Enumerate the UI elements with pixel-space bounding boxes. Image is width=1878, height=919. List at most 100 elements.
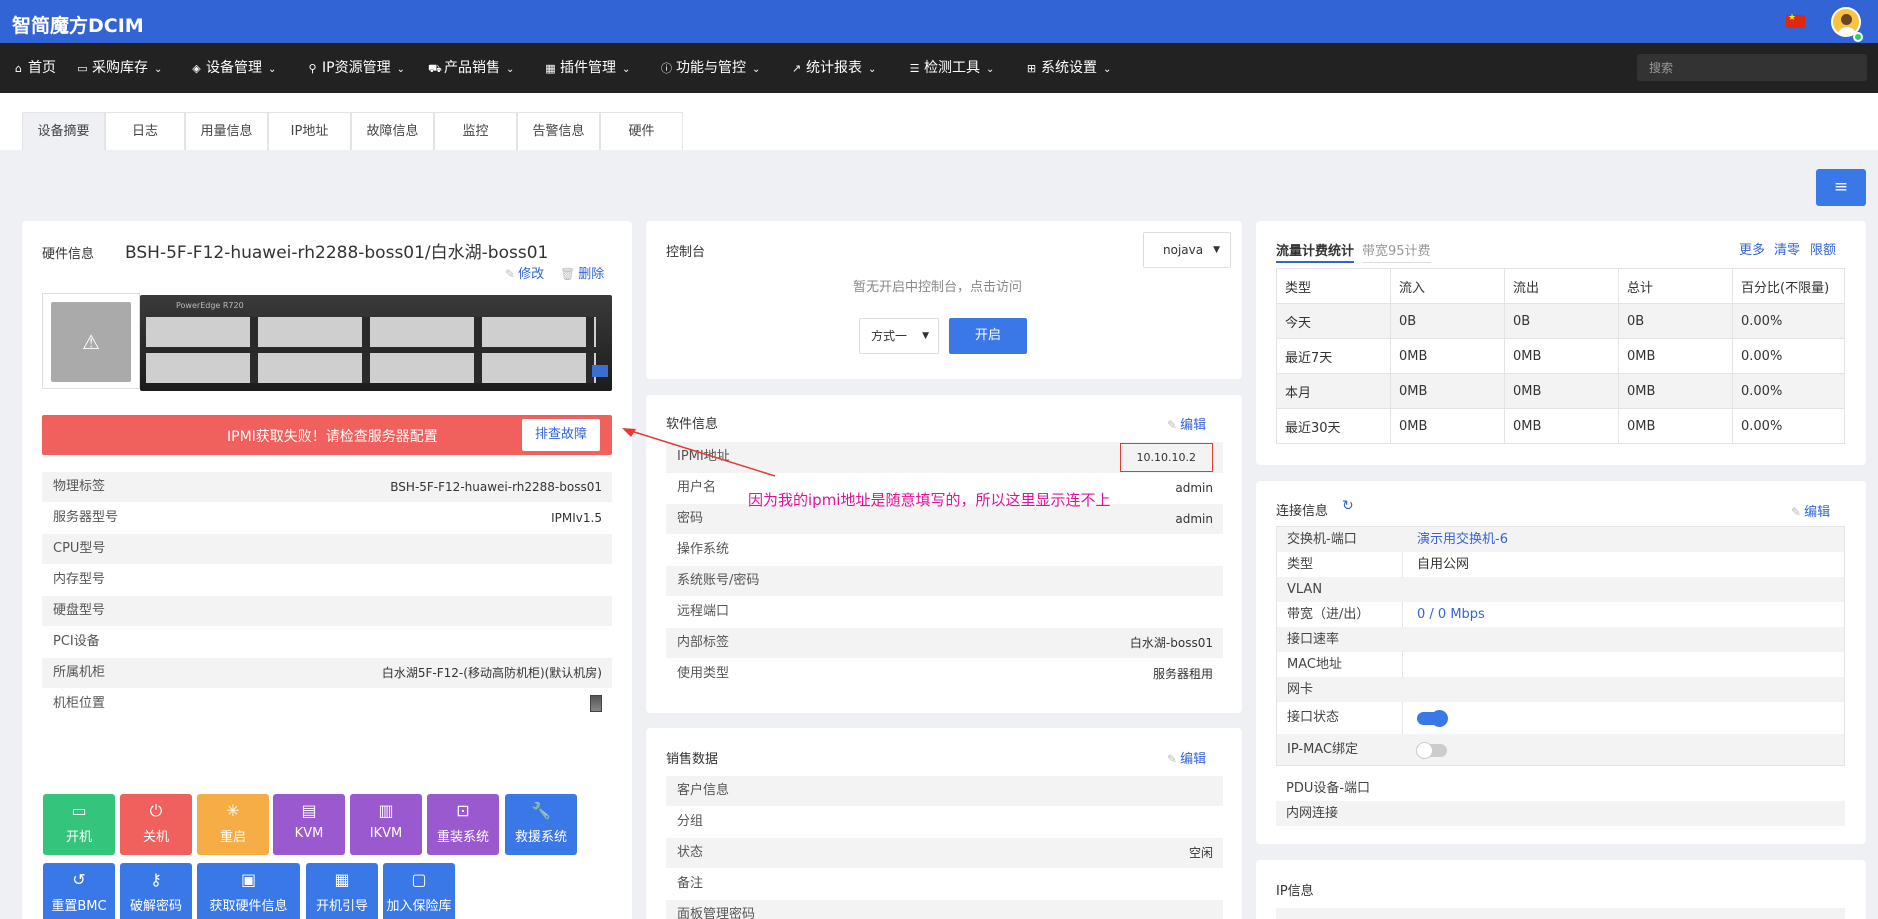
interface-status-toggle[interactable] (1417, 710, 1448, 727)
info-row: 远程端口 (666, 597, 1223, 627)
more-link[interactable]: 更多 (1739, 239, 1765, 258)
edit-icon: ✎ (505, 267, 516, 281)
tab-monitor[interactable]: 监控 (434, 112, 517, 150)
tab-summary[interactable]: 设备摘要 (22, 112, 105, 150)
boot-guide-button[interactable]: ▦ 开机引导 (306, 863, 378, 919)
nav-item-purchase[interactable]: ▭ 采购库存 ⌄ (76, 43, 162, 93)
edit-label: 编辑 (1804, 505, 1831, 520)
tab-alerts[interactable]: 告警信息 (517, 112, 600, 150)
row-key: 客户信息 (677, 783, 730, 798)
cube-icon: ◈ (192, 62, 201, 75)
power-off-button[interactable]: ⏻ 关机 (120, 794, 192, 855)
document-icon: ▣ (240, 870, 257, 889)
search-input[interactable] (1637, 54, 1867, 81)
brand-logo[interactable]: 智简魔方DCIM (12, 11, 144, 38)
nav-item-tools[interactable]: ☰ 检测工具 ⌄ (908, 43, 995, 93)
nav-label: 系统设置 (1041, 60, 1097, 76)
nav-item-control[interactable]: ⓘ 功能与管控 ⌄ (660, 43, 760, 93)
action-label: 重装系统 (436, 830, 489, 845)
china-flag-icon[interactable] (1786, 13, 1805, 28)
reboot-button[interactable]: ✳ 重启 (197, 794, 269, 855)
refresh-icon[interactable]: ↻ (1342, 498, 1354, 514)
nav-item-reports[interactable]: ↗ 统计报表 ⌄ (790, 43, 877, 93)
nav-item-home[interactable]: ⌂ 首页 (12, 43, 56, 93)
list-icon: ☰ (909, 62, 920, 75)
undo-icon: ↺ (72, 870, 86, 889)
monitor-icon: ▭ (71, 801, 87, 820)
cabinet-link[interactable]: 白水湖5F-F12-(移动高防机柜)(默认机房) (382, 658, 602, 688)
delete-button[interactable]: 🗑 删除 (560, 263, 604, 282)
info-row: 服务器型号 IPMIv1.5 (42, 503, 612, 533)
server-badge: PowerEdge R720 (176, 301, 244, 310)
tab-fault[interactable]: 故障信息 (351, 112, 434, 150)
bandwidth-value[interactable]: 0 / 0 Mbps (1417, 602, 1485, 627)
row-value: 自用公网 (1417, 557, 1470, 572)
rack-position-icon[interactable] (590, 695, 602, 712)
nav-item-sales[interactable]: ⛟ 产品销售 ⌄ (428, 43, 514, 93)
row-value: IPMIv1.5 (551, 511, 602, 525)
crack-password-button[interactable]: ⚷ 破解密码 (120, 863, 192, 919)
get-hardware-info-button[interactable]: ▣ 获取硬件信息 (197, 863, 300, 919)
row-key: PDU设备-端口 (1286, 781, 1371, 796)
map-marker-icon: ⚲ (308, 62, 317, 75)
troubleshoot-button[interactable]: 排查故障 (522, 419, 600, 451)
ikvm-button[interactable]: ▥ IKVM (350, 794, 422, 855)
tab-ip[interactable]: IP地址 (268, 112, 351, 150)
header-cell: 类型 (1276, 268, 1391, 304)
row-key: 接口状态 (1287, 710, 1340, 725)
add-to-vault-button[interactable]: ▢ 加入保险库 (383, 863, 455, 919)
device-image-placeholder: ⚠ (42, 293, 140, 389)
reset-link[interactable]: 清零 (1774, 239, 1800, 258)
table-cell: 0MB (1504, 408, 1619, 444)
reinstall-os-button[interactable]: ⊡ 重装系统 (427, 794, 499, 855)
tab-hardware[interactable]: 硬件 (600, 112, 683, 150)
tab-usage[interactable]: 用量信息 (185, 112, 268, 150)
chevron-down-icon: ⌄ (622, 64, 631, 75)
edit-button[interactable]: ✎ 修改 (505, 263, 544, 282)
menu-toggle-button[interactable]: ≡ (1816, 169, 1866, 206)
table-cell: 0B (1618, 303, 1733, 339)
tab-traffic-billing[interactable]: 流量计费统计 (1276, 240, 1355, 263)
server-image: PowerEdge R720 (140, 295, 612, 391)
tab-bandwidth-95[interactable]: 带宽95计费 (1362, 240, 1431, 263)
row-key: 系统账号/密码 (677, 573, 760, 588)
table-cell: 最近30天 (1276, 408, 1391, 444)
nav-item-ip[interactable]: ⚲ IP资源管理 ⌄ (306, 43, 405, 93)
nav-item-device[interactable]: ◈ 设备管理 ⌄ (190, 43, 276, 93)
menu-icon: ≡ (1833, 177, 1849, 197)
power-on-button[interactable]: ▭ 开机 (43, 794, 115, 855)
tab-bar: 设备摘要 日志 用量信息 IP地址 故障信息 监控 告警信息 硬件 (0, 93, 1878, 150)
reset-bmc-button[interactable]: ↺ 重置BMC (43, 863, 115, 919)
drive-bay-row (146, 317, 596, 347)
table-row: 最近30天 0MB 0MB 0MB 0.00% (1276, 408, 1845, 444)
method-select[interactable]: 方式一 ▼ (859, 318, 939, 354)
action-label: 重启 (219, 830, 246, 845)
switch-port-link[interactable]: 演示用交换机-6 (1417, 527, 1508, 552)
row-key: 服务器型号 (53, 510, 119, 525)
rescue-system-button[interactable]: 🔧 救援系统 (505, 794, 577, 855)
table-cell: 0B (1504, 303, 1619, 339)
connection-edit-button[interactable]: ✎ 编辑 (1791, 501, 1830, 520)
key-icon: ⚷ (150, 870, 162, 889)
nav-item-plugins[interactable]: ▦ 插件管理 ⌄ (544, 43, 630, 93)
action-label: 加入保险库 (386, 899, 452, 914)
row-key: CPU型号 (53, 541, 106, 556)
nav-item-settings[interactable]: ⊞ 系统设置 ⌄ (1025, 43, 1112, 93)
row-value: 服务器租用 (1152, 667, 1213, 681)
row-key: MAC地址 (1287, 657, 1342, 672)
info-row: 机柜位置 (42, 689, 612, 719)
open-console-button[interactable]: 开启 (949, 318, 1027, 354)
drive-bay-row (146, 353, 596, 383)
ip-mac-bind-toggle[interactable] (1416, 742, 1447, 759)
tab-log[interactable]: 日志 (105, 112, 185, 150)
console-mode-select[interactable]: nojava ▼ (1143, 232, 1231, 268)
sales-edit-button[interactable]: ✎ 编辑 (1167, 748, 1206, 767)
table-cell: 0.00% (1732, 303, 1845, 339)
nav-label: 功能与管控 (676, 60, 746, 76)
quota-link[interactable]: 限额 (1810, 239, 1836, 258)
kvm-button[interactable]: ▤ KVM (273, 794, 345, 855)
table-cell: 本月 (1276, 373, 1391, 409)
software-edit-button[interactable]: ✎ 编辑 (1167, 414, 1206, 433)
chevron-down-icon: ⌄ (154, 64, 163, 75)
chevron-down-icon: ⌄ (396, 64, 405, 75)
